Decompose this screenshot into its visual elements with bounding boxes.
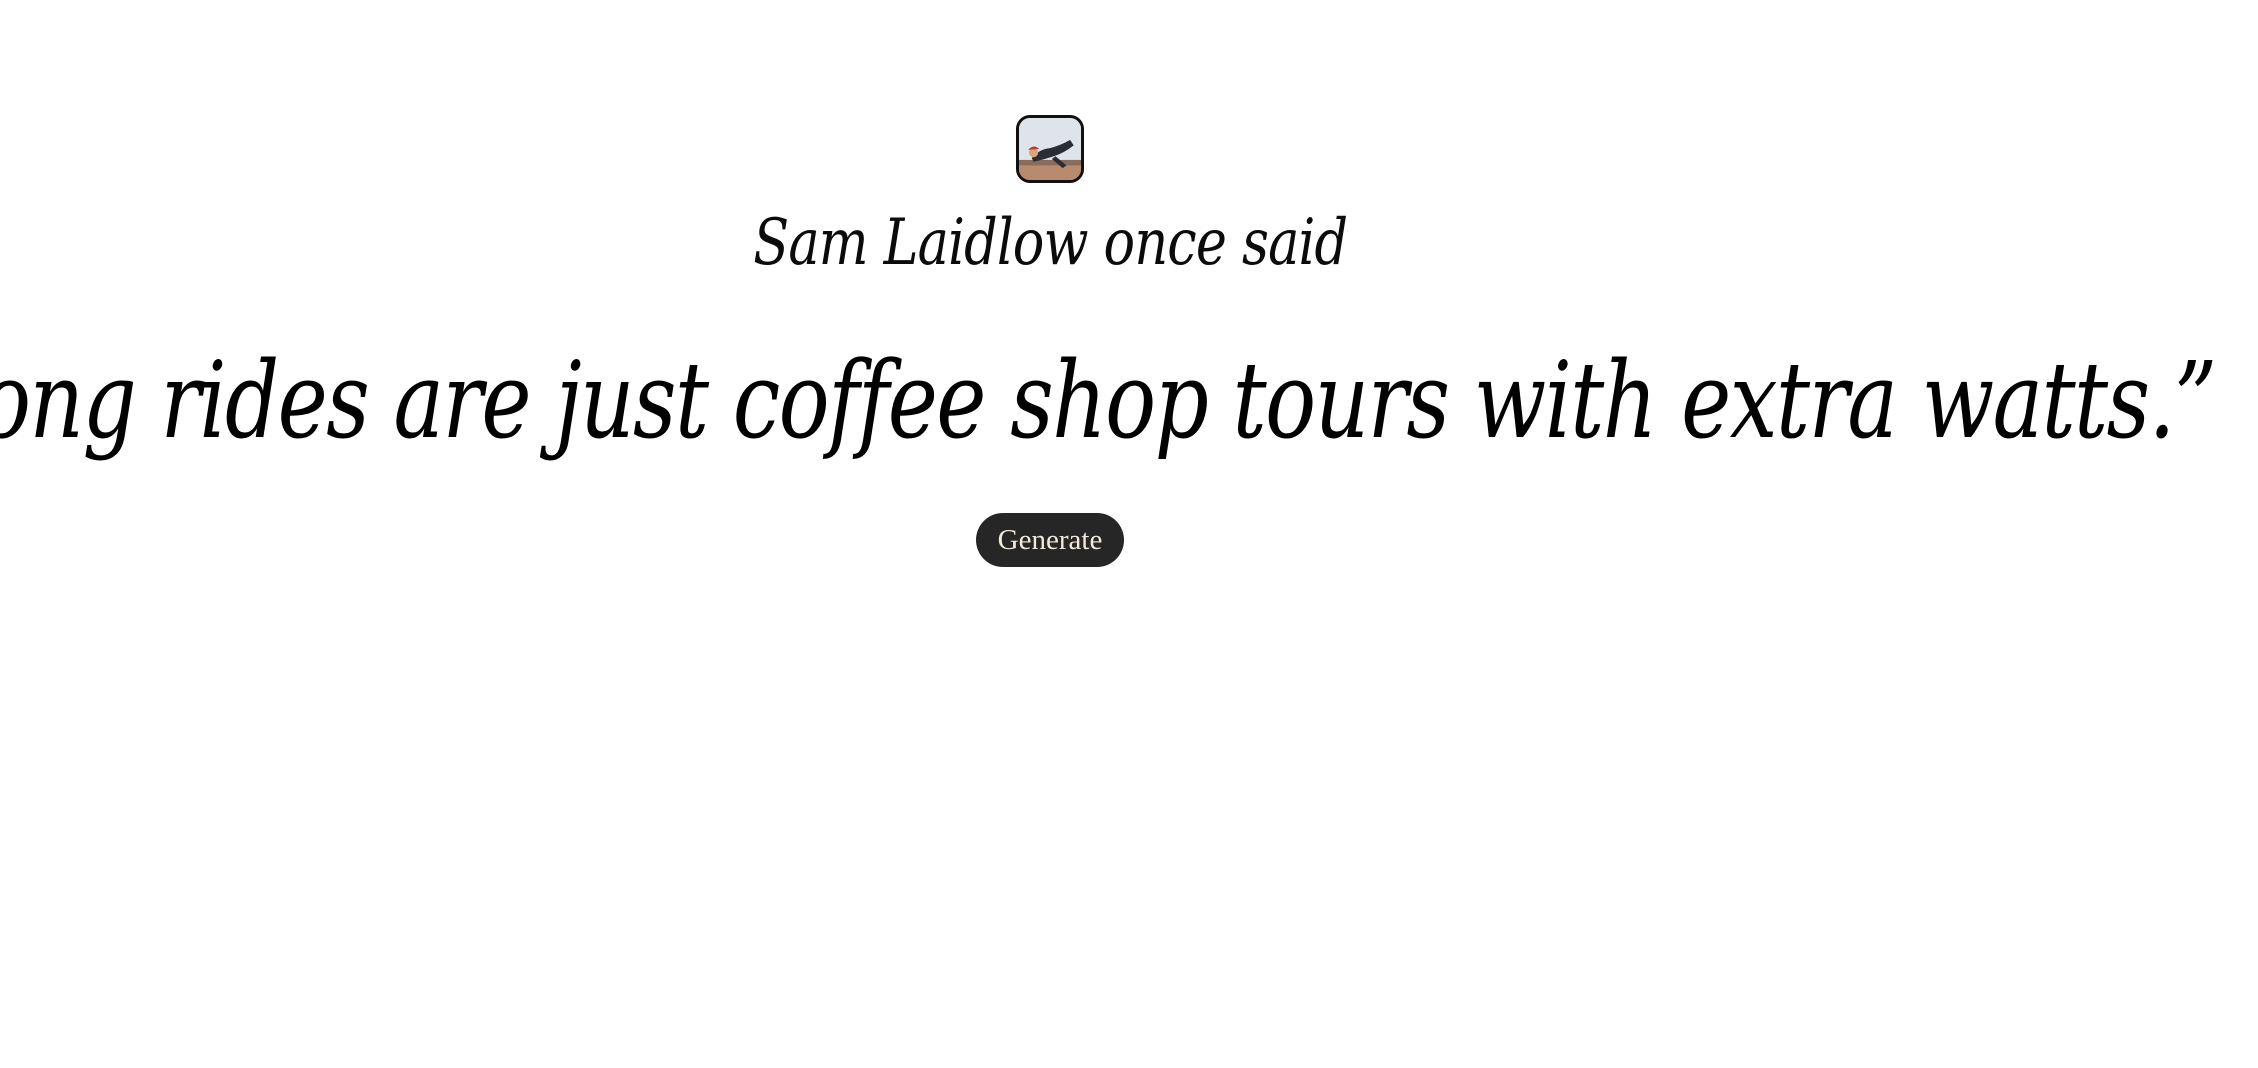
author-avatar bbox=[1016, 115, 1084, 183]
cyclist-photo-icon bbox=[1019, 118, 1081, 180]
quote-card: Sam Laidlow once said “Long rides are ju… bbox=[0, 0, 2218, 567]
quote-page: Sam Laidlow once said “Long rides are ju… bbox=[0, 0, 2258, 1068]
quote-text: “Long rides are just coffee shop tours w… bbox=[0, 339, 2218, 462]
author-attribution: Sam Laidlow once said bbox=[752, 206, 1348, 280]
generate-button[interactable]: Generate bbox=[975, 513, 1125, 567]
